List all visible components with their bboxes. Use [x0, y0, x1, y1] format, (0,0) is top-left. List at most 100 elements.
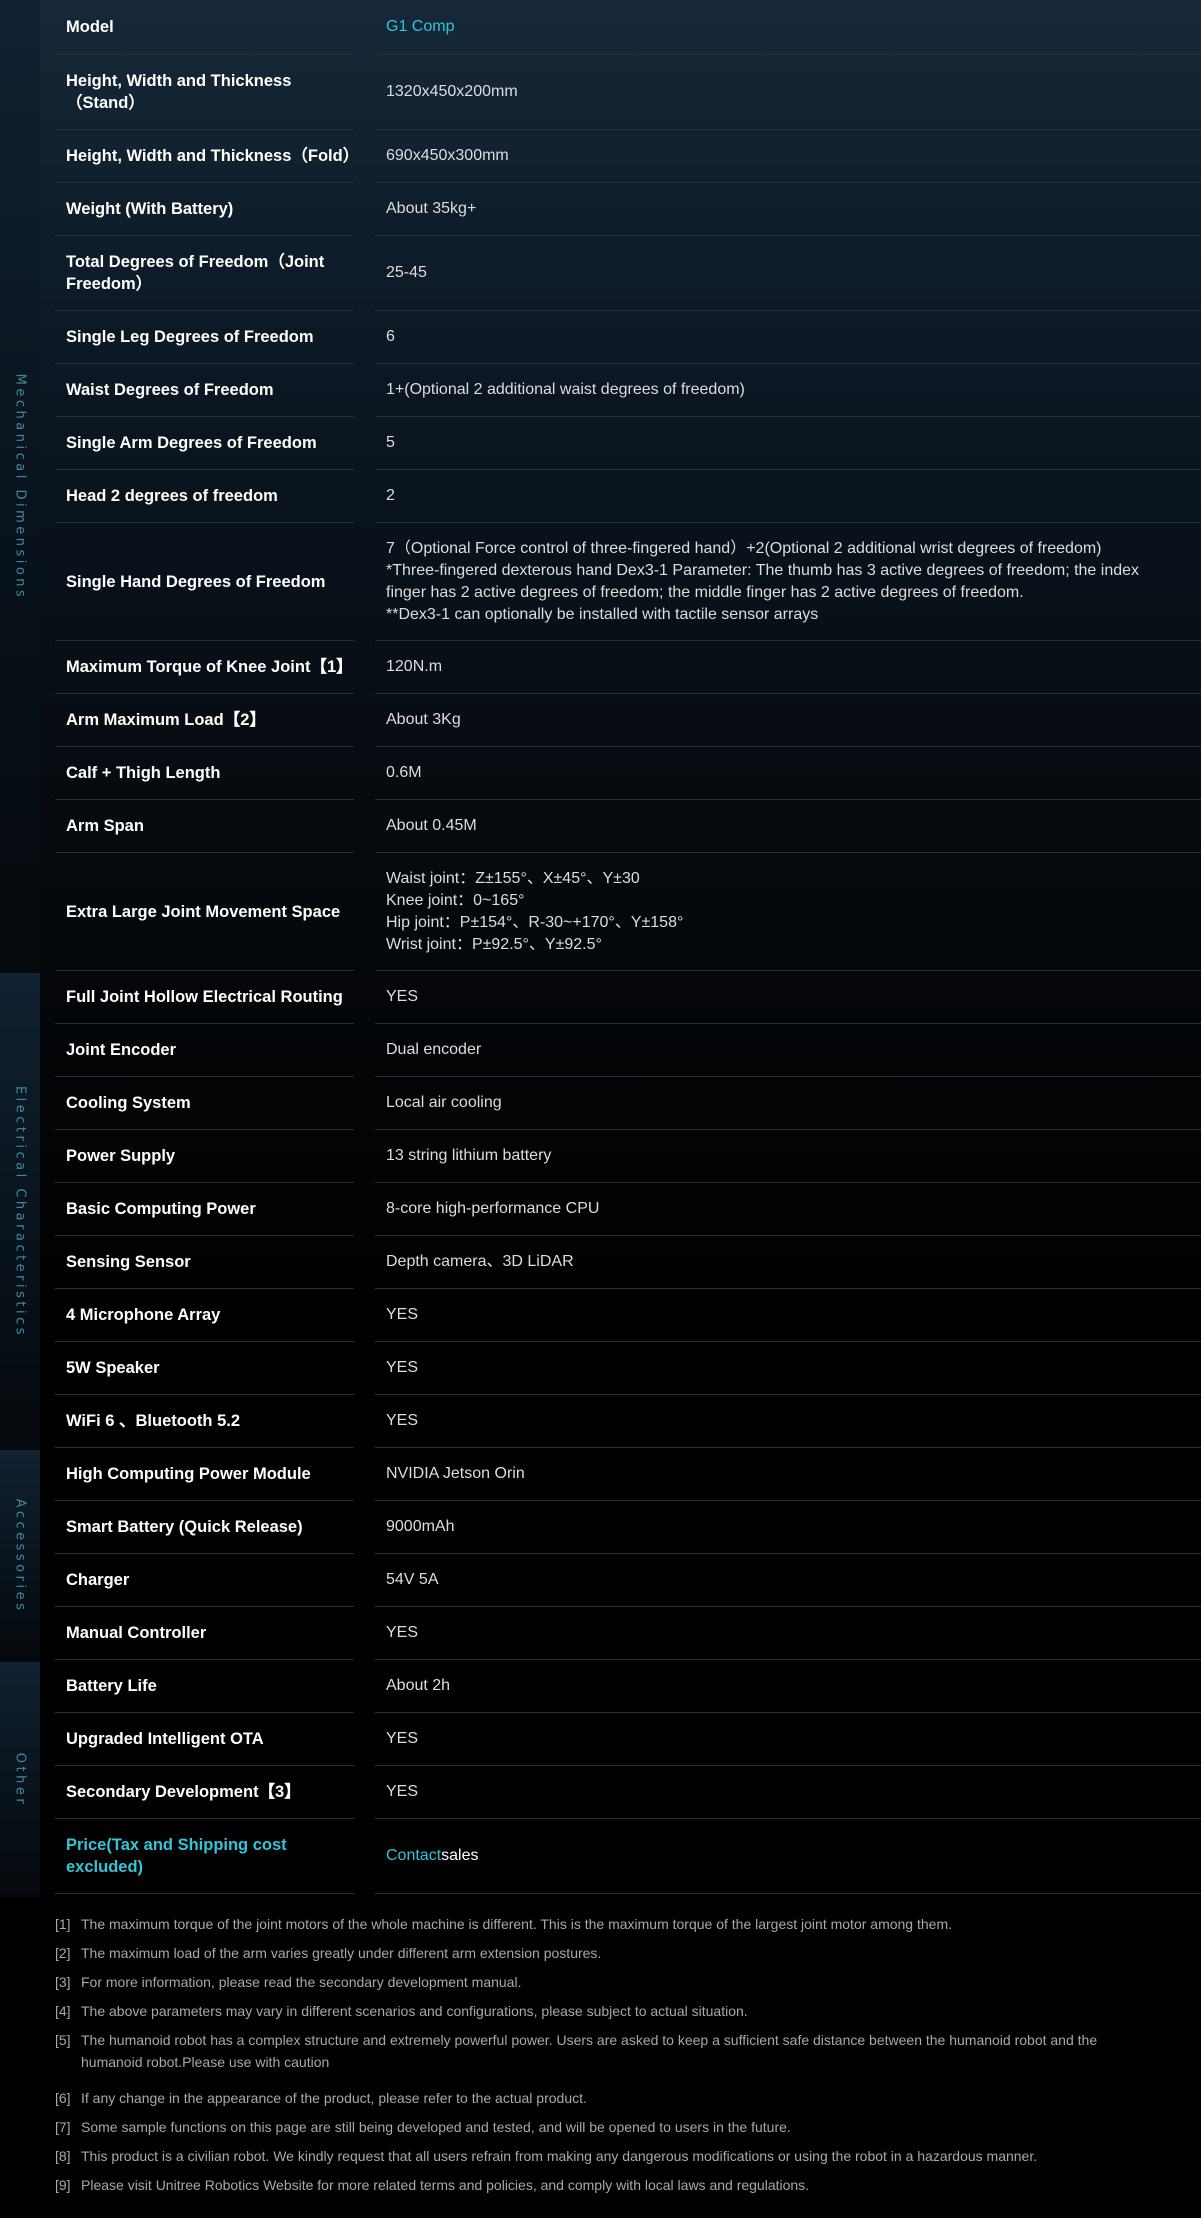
spec-value: YES: [375, 1607, 1201, 1660]
spec-row: Extra Large Joint Movement Space Waist jo…: [55, 853, 1201, 971]
spec-label: Single Leg Degrees of Freedom: [55, 311, 354, 364]
spec-value: About 0.45M: [375, 800, 1201, 853]
spec-value-text: 0.6M: [386, 764, 422, 781]
spec-label: Weight (With Battery): [55, 183, 354, 236]
section-label: Accessories: [12, 1498, 28, 1614]
spec-label: Upgraded Intelligent OTA: [55, 1713, 354, 1766]
footnote: [3] For more information, please read the…: [55, 1971, 1155, 1993]
spec-value: YES: [375, 1713, 1201, 1766]
spec-row: High Computing Power Module NVIDIA Jetson…: [55, 1448, 1201, 1501]
footnote-number: [9]: [55, 2177, 71, 2193]
spec-label: 4 Microphone Array: [55, 1289, 354, 1342]
spec-value: 0.6M: [375, 747, 1201, 800]
spec-label: Cooling System: [55, 1077, 354, 1130]
spec-row: Battery Life About 2h: [55, 1660, 1201, 1713]
spec-row: Waist Degrees of Freedom 1+(Optional 2 ad…: [55, 364, 1201, 417]
spec-value-text: 2: [386, 487, 395, 504]
spec-value-text: 9000mAh: [386, 1518, 455, 1535]
footnote-text: If any change in the appearance of the p…: [81, 2090, 587, 2106]
spec-value: About 3Kg: [375, 694, 1201, 747]
spec-value: 2: [375, 470, 1201, 523]
spec-value-text: 690x450x300mm: [386, 147, 509, 164]
spec-value-text: Depth camera、3D LiDAR: [386, 1253, 574, 1270]
spec-row: Maximum Torque of Knee Joint【1】 120N.m: [55, 641, 1201, 694]
spec-value-text: 5: [386, 434, 395, 451]
footnote: [5] The humanoid robot has a complex stru…: [55, 2029, 1155, 2073]
spec-value-text: About 3Kg: [386, 711, 461, 728]
section-label: Other: [12, 1752, 28, 1807]
spec-label: Power Supply: [55, 1130, 354, 1183]
spec-row: Single Hand Degrees of Freedom 7（Optional…: [55, 523, 1201, 641]
spec-row: WiFi 6 、Bluetooth 5.2 YES: [55, 1395, 1201, 1448]
spec-row-model: Model G1 Comp: [55, 0, 1201, 55]
spec-value: 25-45: [375, 236, 1201, 311]
spec-label: Maximum Torque of Knee Joint【1】: [55, 641, 354, 694]
spec-value-text: 7（Optional Force control of three-finger…: [386, 539, 1140, 623]
spec-value: About 2h: [375, 1660, 1201, 1713]
spec-value: 9000mAh: [375, 1501, 1201, 1554]
footnote-number: [4]: [55, 2003, 71, 2019]
footnote: [1] The maximum torque of the joint motor…: [55, 1913, 1155, 1935]
spec-label: Total Degrees of Freedom（Joint Freedom）: [55, 236, 354, 311]
spec-value-text: 25-45: [386, 264, 427, 281]
footnote-text: The maximum torque of the joint motors o…: [81, 1916, 952, 1932]
spec-value-text: 8-core high-performance CPU: [386, 1200, 600, 1217]
spec-value: Local air cooling: [375, 1077, 1201, 1130]
spec-value: 7（Optional Force control of three-finger…: [375, 523, 1201, 641]
spec-label: Height, Width and Thickness（Stand）: [55, 55, 354, 130]
spec-value: 690x450x300mm: [375, 130, 1201, 183]
spec-row: Joint Encoder Dual encoder: [55, 1024, 1201, 1077]
spec-label: Arm Span: [55, 800, 354, 853]
contact-sales-link[interactable]: Contact: [386, 1845, 441, 1867]
spec-label: Height, Width and Thickness（Fold）: [55, 130, 359, 183]
spec-row: Manual Controller YES: [55, 1607, 1201, 1660]
spec-label: WiFi 6 、Bluetooth 5.2: [55, 1395, 354, 1448]
spec-value-text: 13 string lithium battery: [386, 1147, 552, 1164]
footnote: [9] Please visit Unitree Robotics Website…: [55, 2174, 1155, 2196]
spec-row: Full Joint Hollow Electrical Routing YES: [55, 971, 1201, 1024]
footnote-number: [2]: [55, 1945, 71, 1961]
spec-row: Height, Width and Thickness（Fold） 690x450…: [55, 130, 1201, 183]
footnote-text: For more information, please read the se…: [81, 1974, 522, 1990]
spec-value: About 35kg+: [375, 183, 1201, 236]
spec-row: Single Arm Degrees of Freedom 5: [55, 417, 1201, 470]
spec-value-text: YES: [386, 1783, 419, 1800]
section-mechanical-dimensions: Mechanical Dimensions: [0, 0, 40, 973]
spec-label: Model: [55, 0, 354, 55]
spec-value: 1320x450x200mm: [375, 55, 1201, 130]
spec-row: Charger 54V 5A: [55, 1554, 1201, 1607]
spec-value: Depth camera、3D LiDAR: [375, 1236, 1201, 1289]
footnote: [6] If any change in the appearance of th…: [55, 2087, 1155, 2109]
spec-row-price: Price(Tax and Shipping cost excluded) Con…: [55, 1819, 1201, 1894]
spec-value-text: 6: [386, 328, 395, 345]
spec-row: Calf + Thigh Length 0.6M: [55, 747, 1201, 800]
spec-row: Sensing Sensor Depth camera、3D LiDAR: [55, 1236, 1201, 1289]
spec-row: Upgraded Intelligent OTA YES: [55, 1713, 1201, 1766]
spec-value-text: 120N.m: [386, 658, 443, 675]
spec-label: Calf + Thigh Length: [55, 747, 354, 800]
spec-value-text: 1+(Optional 2 additional waist degrees o…: [386, 381, 745, 398]
spec-value: Dual encoder: [375, 1024, 1201, 1077]
footnote-number: [3]: [55, 1974, 71, 1990]
spec-label: High Computing Power Module: [55, 1448, 354, 1501]
spec-value: YES: [375, 1289, 1201, 1342]
spec-label: Battery Life: [55, 1660, 354, 1713]
spec-label: 5W Speaker: [55, 1342, 354, 1395]
spec-label: Secondary Development【3】: [55, 1766, 354, 1819]
spec-value: Contact sales: [375, 1819, 1201, 1894]
spec-value-text: Local air cooling: [386, 1094, 502, 1111]
spec-label: Charger: [55, 1554, 354, 1607]
spec-value: 120N.m: [375, 641, 1201, 694]
spec-row: Arm Maximum Load【2】 About 3Kg: [55, 694, 1201, 747]
footnote-text: Some sample functions on this page are s…: [81, 2119, 791, 2135]
spec-label: Manual Controller: [55, 1607, 354, 1660]
footnote: [7] Some sample functions on this page ar…: [55, 2116, 1155, 2138]
section-label: Mechanical Dimensions: [12, 373, 28, 600]
spec-row: Weight (With Battery) About 35kg+: [55, 183, 1201, 236]
spec-value: YES: [375, 971, 1201, 1024]
spec-row: Single Leg Degrees of Freedom 6: [55, 311, 1201, 364]
spec-label: Single Hand Degrees of Freedom: [55, 523, 354, 641]
footnote-text: This product is a civilian robot. We kin…: [81, 2148, 1038, 2164]
spec-label: Basic Computing Power: [55, 1183, 354, 1236]
spec-value-text: NVIDIA Jetson Orin: [386, 1465, 525, 1482]
